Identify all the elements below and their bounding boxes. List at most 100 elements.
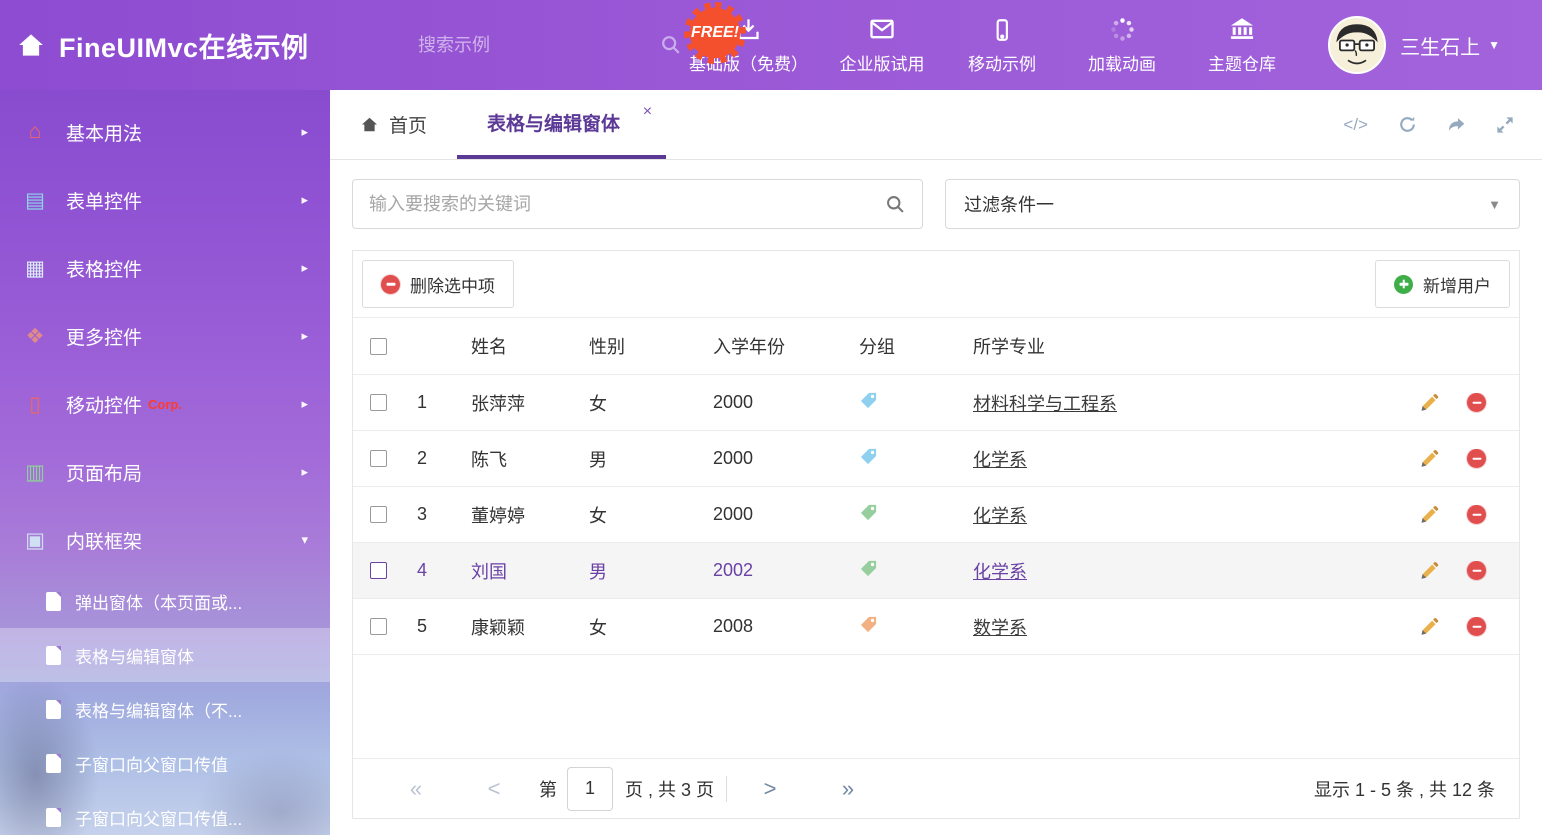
delete-icon[interactable] [1467,505,1486,524]
delete-icon[interactable] [1467,449,1486,468]
table-row[interactable]: 3 董婷婷 女 2000 化学系 [353,487,1519,543]
user-menu[interactable]: 三生石上 ▼ [1328,16,1500,74]
table-row[interactable]: 5 康颖颖 女 2008 数学系 [353,599,1519,655]
tab-grid-edit-window[interactable]: 表格与编辑窗体 × [457,90,666,159]
next-page-icon[interactable]: > [731,776,809,802]
chevron-icon [301,260,308,276]
sidebar-item[interactable]: ▦ 表格控件 [0,234,330,302]
cell-name: 陈飞 [457,446,575,472]
nav-label: 企业版试用 [840,50,925,75]
chevron-icon [301,124,308,140]
chevron-icon [301,192,308,208]
page-number-input[interactable] [567,767,613,811]
sidebar-subitem-label: 子窗口向父窗口传值... [75,805,242,830]
sidebar-item-label: 表格控件 [66,255,142,282]
sidebar-subitem[interactable]: 子窗口向父窗口传值 [0,736,330,790]
row-checkbox[interactable] [370,506,387,523]
chevron-icon [301,464,308,480]
edit-icon[interactable] [1419,561,1439,581]
record-summary: 显示 1 - 5 条 , 共 12 条 [1314,776,1495,802]
select-all-checkbox[interactable] [370,338,387,355]
add-user-button[interactable]: 新增用户 [1375,260,1510,308]
row-checkbox[interactable] [370,450,387,467]
filter-dropdown[interactable]: 过滤条件一 ▼ [945,179,1520,229]
major-link[interactable]: 化学系 [973,562,1027,582]
sidebar-subitem-label: 表格与编辑窗体 [75,643,194,668]
form-icon: ▤ [20,188,50,213]
sidebar-subitem[interactable]: 弹出窗体（本页面或... [0,574,330,628]
delete-icon[interactable] [1467,561,1486,580]
last-page-icon[interactable]: » [809,776,887,802]
prev-page-icon[interactable]: < [455,776,533,802]
share-forward-icon[interactable] [1447,115,1466,134]
sidebar-item[interactable]: ❖ 更多控件 [0,302,330,370]
sidebar-item[interactable]: ▤ 表单控件 [0,166,330,234]
search-icon[interactable] [885,194,906,215]
tag-icon [859,391,878,410]
delete-selected-button[interactable]: 删除选中项 [362,260,514,308]
sidebar-subitem-label: 表格与编辑窗体（不... [75,697,242,722]
first-page-icon[interactable]: « [377,776,455,802]
sidebar: ⌂ 基本用法 ▤ 表单控件 ▦ 表格控件 [0,90,330,835]
table-row[interactable]: 2 陈飞 男 2000 化学系 [353,431,1519,487]
close-icon[interactable]: × [643,103,652,121]
cell-year: 2008 [699,616,845,637]
sidebar-item[interactable]: ▣ 内联框架 [0,506,330,574]
header-search-input[interactable] [418,35,650,56]
edit-icon[interactable] [1419,505,1439,525]
cell-name: 董婷婷 [457,502,575,528]
header-search [418,34,623,56]
sidebar-submenu: 弹出窗体（本页面或... 表格与编辑窗体 表格与编辑窗体（不... 子窗口向父窗… [0,574,330,835]
row-checkbox[interactable] [370,394,387,411]
filter-dropdown-value: 过滤条件一 [964,191,1054,217]
mobile2-icon: ▯ [20,392,50,417]
major-link[interactable]: 化学系 [973,450,1027,470]
table-row[interactable]: 1 张萍萍 女 2000 材料科学与工程系 [353,375,1519,431]
cell-gender: 女 [575,614,699,640]
chevron-icon [301,532,308,548]
sidebar-subitem[interactable]: 表格与编辑窗体（不... [0,682,330,736]
tab-home-label: 首页 [389,111,427,138]
major-link[interactable]: 数学系 [973,618,1027,638]
delete-icon[interactable] [1467,393,1486,412]
envelope-icon [868,15,896,43]
delete-button-label: 删除选中项 [410,272,495,297]
cubes-icon: ❖ [20,324,50,349]
nav-mobile-demo[interactable]: 移动示例 [946,15,1058,75]
table-row[interactable]: 4 刘国 男 2002 化学系 [353,543,1519,599]
expand-icon[interactable] [1496,116,1514,134]
file-icon [46,646,61,665]
sidebar-subitem[interactable]: 表格与编辑窗体 [0,628,330,682]
frame-icon: ▣ [20,528,50,553]
sidebar-item-label: 内联框架 [66,527,142,554]
sidebar-menu: ⌂ 基本用法 ▤ 表单控件 ▦ 表格控件 [0,98,330,574]
page-label: 第 [539,776,557,802]
edit-icon[interactable] [1419,393,1439,413]
layout-icon: ▥ [20,460,50,485]
sidebar-item[interactable]: ▥ 页面布局 [0,438,330,506]
major-link[interactable]: 材料科学与工程系 [973,394,1117,414]
nav-loading-animation[interactable]: 加载动画 [1066,15,1178,75]
source-code-icon[interactable]: </> [1343,115,1368,135]
row-checkbox[interactable] [370,618,387,635]
sidebar-item[interactable]: ⌂ 基本用法 [0,98,330,166]
sidebar-subitem[interactable]: 子窗口向父窗口传值... [0,790,330,835]
major-link[interactable]: 化学系 [973,506,1027,526]
edit-icon[interactable] [1419,449,1439,469]
add-button-label: 新增用户 [1423,272,1491,297]
plus-circle-icon [1394,275,1413,294]
delete-icon[interactable] [1467,617,1486,636]
refresh-icon[interactable] [1398,115,1417,134]
cell-year: 2000 [699,504,845,525]
sidebar-item[interactable]: ▯ 移动控件 Corp. [0,370,330,438]
nav-theme-store[interactable]: 主题仓库 [1186,15,1298,75]
col-group: 分组 [845,333,959,359]
edit-icon[interactable] [1419,617,1439,637]
app-title: FineUIMvc在线示例 [59,26,309,65]
home-icon: ⌂ [20,120,50,144]
keyword-search-input[interactable] [369,194,875,215]
row-checkbox[interactable] [370,562,387,579]
nav-enterprise-trial[interactable]: 企业版试用 [826,15,938,75]
user-avatar[interactable] [1328,16,1386,74]
tab-home[interactable]: 首页 [330,90,457,159]
